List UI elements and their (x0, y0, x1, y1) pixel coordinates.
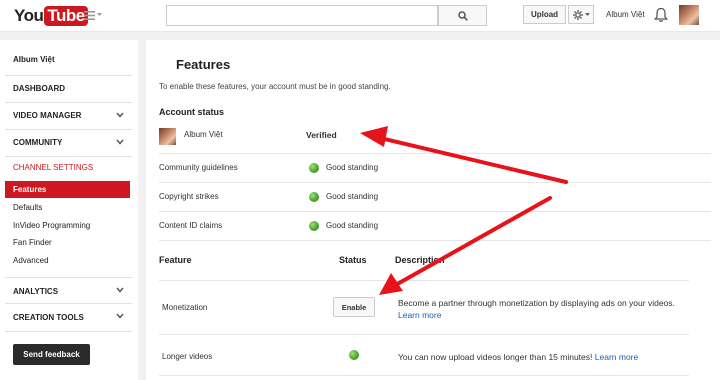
account-status-heading: Account status (159, 107, 225, 117)
feature-name-longer-videos: Longer videos (162, 352, 213, 361)
feature-description-text: Become a partner through monetization by… (398, 298, 675, 308)
youtube-logo[interactable]: You Tube (14, 5, 88, 27)
divider (159, 375, 689, 376)
hamburger-icon (84, 10, 95, 20)
intro-text: To enable these features, your account m… (159, 82, 391, 91)
feature-column-header: Feature (159, 255, 192, 265)
learn-more-link[interactable]: Learn more (398, 310, 441, 320)
sidebar-item-label: CREATION TOOLS (13, 313, 84, 322)
feature-description-text: You can now upload videos longer than 15… (398, 352, 593, 362)
upload-button[interactable]: Upload (523, 5, 566, 24)
feature-description: You can now upload videos longer than 15… (398, 351, 698, 363)
feature-name-monetization: Monetization (162, 303, 208, 312)
sidebar-item-label: COMMUNITY (13, 138, 63, 147)
sidebar-item-dashboard[interactable]: DASHBOARD (5, 75, 132, 102)
status-label: Content ID claims (159, 221, 223, 230)
sidebar-item-community[interactable]: COMMUNITY (5, 129, 132, 156)
top-header: You Tube Upload Album Việt (0, 0, 720, 32)
status-value: Good standing (326, 163, 379, 172)
search-button[interactable] (438, 5, 487, 26)
status-row-community-guidelines: Community guidelines Good standing (159, 153, 711, 182)
sidebar-subitem-defaults[interactable]: Defaults (13, 203, 42, 212)
status-value: Good standing (326, 221, 379, 230)
sidebar-item-label: ANALYTICS (13, 287, 59, 296)
search-icon (457, 10, 468, 21)
creator-sidebar: Album Việt DASHBOARD VIDEO MANAGER COMMU… (0, 40, 138, 380)
sidebar-divider (5, 156, 132, 157)
logo-tube-text: Tube (44, 6, 88, 26)
search-input[interactable] (166, 5, 438, 26)
divider (159, 334, 689, 335)
notifications-button[interactable] (653, 7, 669, 25)
guide-menu-button[interactable] (84, 9, 102, 21)
chevron-down-icon (116, 139, 124, 145)
green-status-dot-icon (309, 163, 319, 173)
logo-you-text: You (14, 6, 44, 25)
sidebar-channel-name[interactable]: Album Việt (13, 55, 55, 64)
status-label: Community guidelines (159, 163, 238, 172)
account-name: Album Việt (184, 130, 223, 139)
verified-status: Verified (306, 130, 337, 140)
sidebar-subitem-label: Features (13, 185, 47, 194)
status-row-copyright-strikes: Copyright strikes Good standing (159, 182, 711, 211)
sidebar-subitem-advanced[interactable]: Advanced (13, 256, 49, 265)
page-title: Features (176, 57, 231, 72)
status-label: Copyright strikes (159, 192, 219, 201)
enable-monetization-button[interactable]: Enable (333, 297, 375, 317)
settings-button[interactable] (568, 5, 594, 24)
green-status-dot-icon (349, 350, 359, 360)
chevron-down-icon (97, 13, 102, 16)
gear-icon (572, 9, 583, 20)
sidebar-item-creation-tools[interactable]: CREATION TOOLS (5, 303, 132, 331)
sidebar-item-channel-settings[interactable]: CHANNEL SETTINGS (13, 163, 93, 172)
sidebar-item-label: DASHBOARD (13, 84, 65, 93)
avatar (159, 128, 176, 145)
chevron-down-icon (116, 287, 124, 293)
chevron-down-icon (116, 313, 124, 319)
learn-more-link[interactable]: Learn more (595, 352, 638, 362)
status-value: Good standing (326, 192, 379, 201)
feature-description: Become a partner through monetization by… (398, 297, 698, 321)
divider (159, 280, 689, 281)
sidebar-item-video-manager[interactable]: VIDEO MANAGER (5, 102, 132, 129)
status-column-header: Status (339, 255, 367, 265)
sidebar-subitem-invideo[interactable]: InVideo Programming (13, 221, 90, 230)
green-status-dot-icon (309, 221, 319, 231)
header-user-name[interactable]: Album Việt (606, 10, 645, 19)
divider (159, 240, 711, 241)
sidebar-subitem-fan-finder[interactable]: Fan Finder (13, 238, 52, 247)
account-avatar[interactable] (679, 5, 699, 25)
chevron-down-icon (584, 12, 590, 16)
bell-icon (653, 7, 669, 22)
send-feedback-button[interactable]: Send feedback (13, 344, 90, 365)
sidebar-subitem-features[interactable]: Features (5, 181, 130, 198)
sidebar-divider (5, 331, 132, 332)
chevron-down-icon (116, 112, 124, 118)
sidebar-item-label: VIDEO MANAGER (13, 111, 82, 120)
features-panel: Features To enable these features, your … (146, 40, 720, 380)
green-status-dot-icon (309, 192, 319, 202)
description-column-header: Description (395, 255, 445, 265)
sidebar-item-analytics[interactable]: ANALYTICS (5, 277, 132, 303)
status-row-content-id: Content ID claims Good standing (159, 211, 711, 240)
